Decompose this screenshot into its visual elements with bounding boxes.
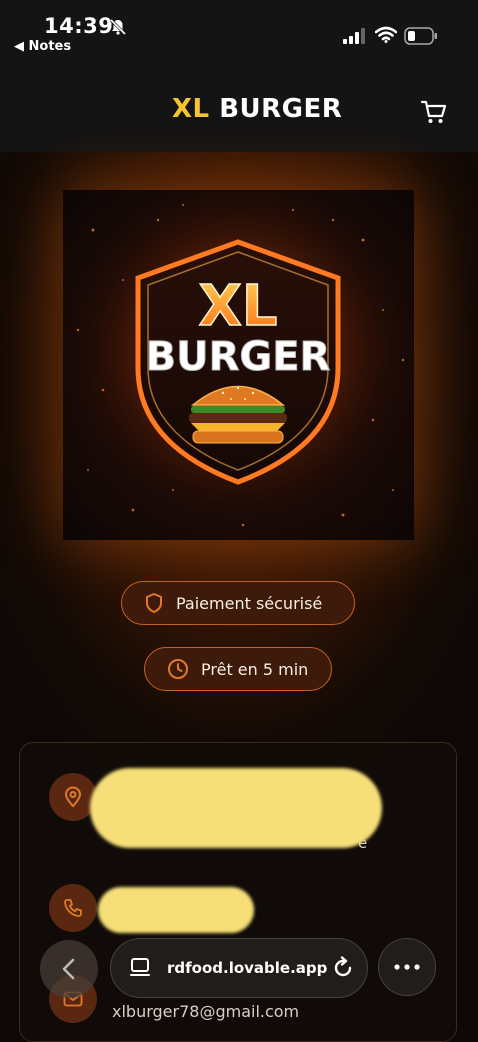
- brand-burger: BURGER: [219, 94, 343, 124]
- status-time: 14:39: [44, 14, 114, 38]
- brand-title: XL BURGER: [172, 94, 342, 124]
- url-text[interactable]: rdfood.lovable.app: [167, 959, 327, 977]
- redacted-phone: [98, 887, 254, 933]
- more-options-button[interactable]: [378, 938, 436, 996]
- wifi-icon: [375, 26, 397, 43]
- phone-icon: [64, 899, 82, 917]
- clock-icon: [168, 659, 188, 679]
- email-link[interactable]: xlburger78@gmail.com: [112, 1002, 299, 1021]
- ready-time-label: Prêt en 5 min: [201, 659, 309, 679]
- map-pin-icon: [64, 786, 82, 808]
- ready-time-badge: Prêt en 5 min: [144, 647, 332, 691]
- cart-icon[interactable]: [420, 98, 448, 126]
- redacted-address: [90, 768, 382, 848]
- logo-burger-text: BURGER: [146, 334, 331, 380]
- back-to-notes-link[interactable]: ◀ Notes: [14, 39, 71, 54]
- logo-artwork: XL BURGER: [63, 190, 414, 540]
- ellipsis-icon: [394, 964, 420, 970]
- browser-back-button[interactable]: [40, 940, 98, 998]
- address-bar[interactable]: rdfood.lovable.app: [110, 938, 368, 998]
- logo-xl-text: XL: [199, 274, 278, 339]
- phone-icon-badge: [49, 884, 97, 932]
- secure-payment-badge: Paiement sécurisé: [121, 581, 355, 625]
- restaurant-logo: XL BURGER: [63, 190, 414, 540]
- bell-muted-icon: [109, 18, 127, 36]
- secure-payment-label: Paiement sécurisé: [176, 593, 323, 613]
- shield-icon: [146, 593, 162, 613]
- battery-icon: [404, 27, 437, 45]
- cellular-signal-icon: [343, 28, 365, 44]
- reload-icon[interactable]: [331, 956, 355, 980]
- chevron-left-icon: [62, 958, 75, 980]
- brand-xl: XL: [172, 94, 210, 124]
- tab-overview-icon[interactable]: [129, 957, 151, 979]
